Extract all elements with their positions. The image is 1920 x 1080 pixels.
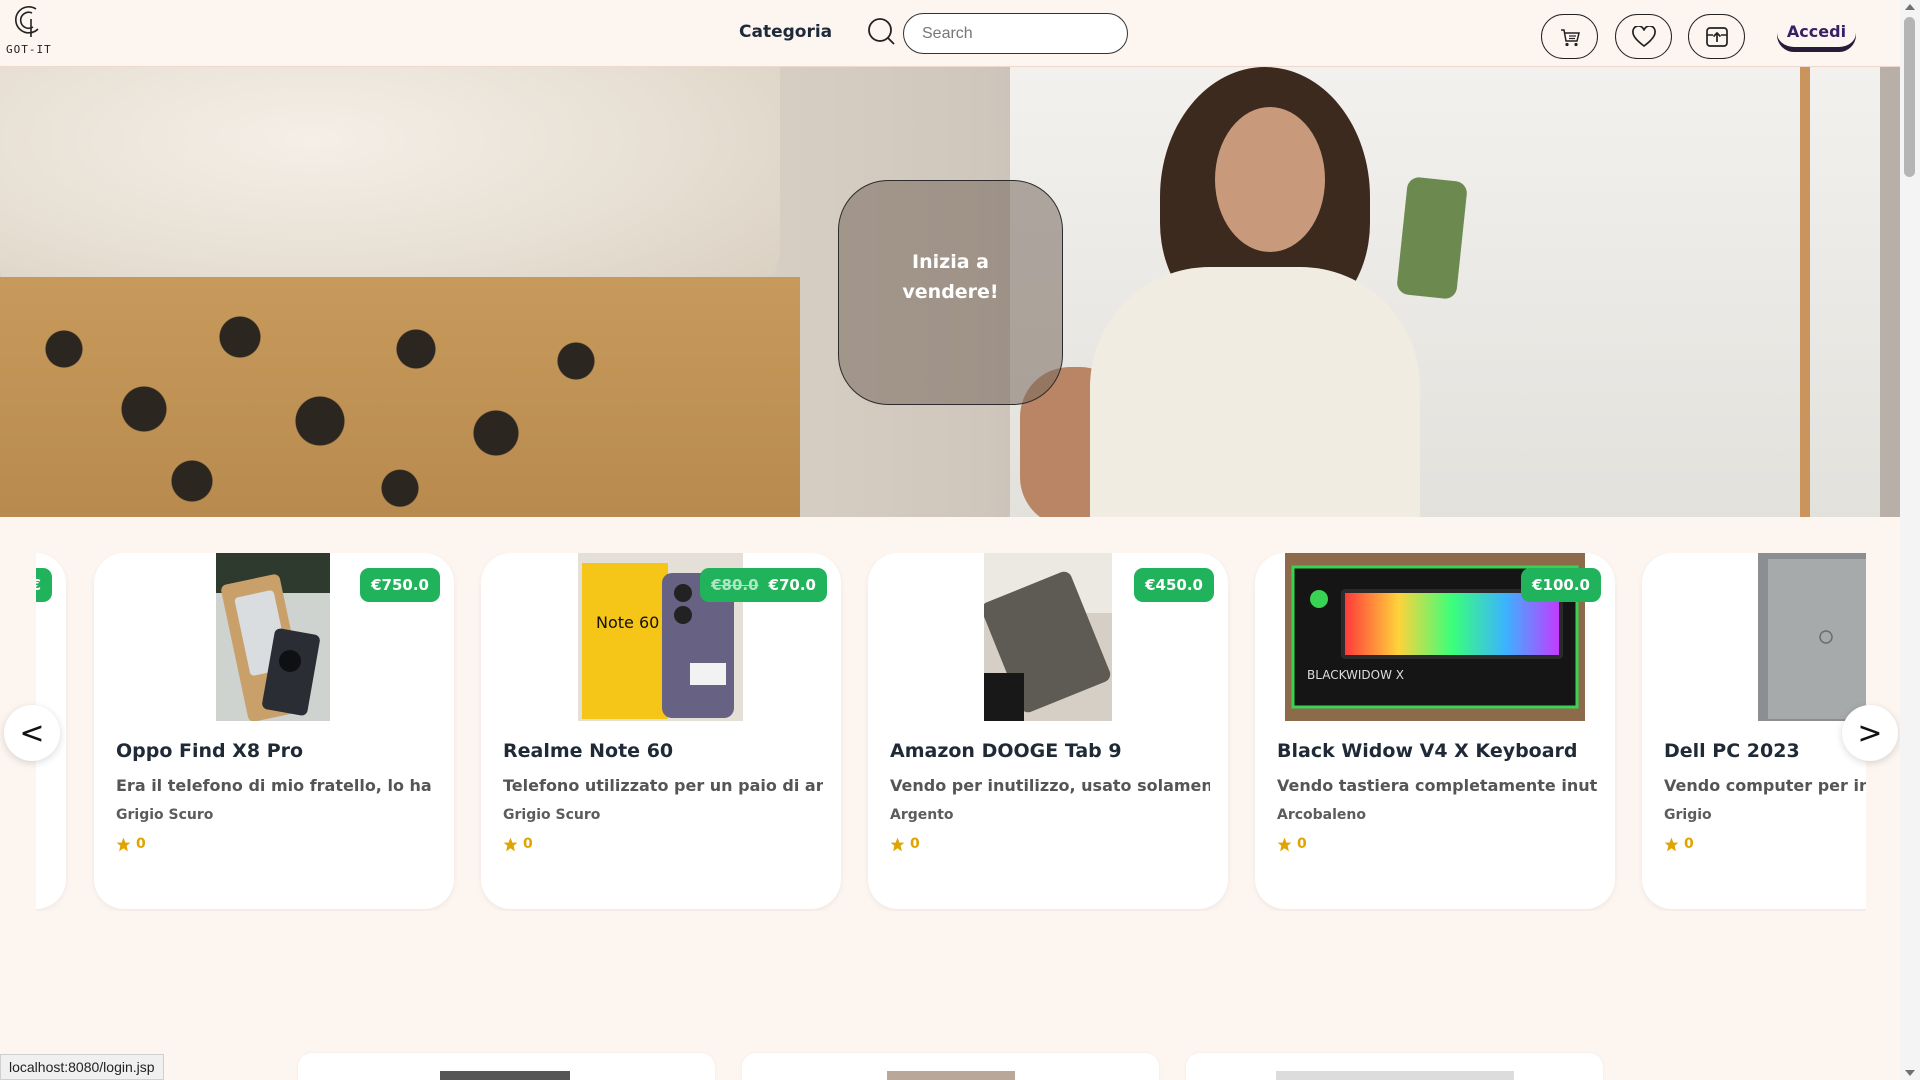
- product-title[interactable]: Oppo Find X8 Pro: [116, 740, 303, 762]
- product-description: Vendo tastiera completamente inutili...: [1277, 776, 1597, 795]
- product-rating-value: 0: [523, 836, 533, 852]
- price-current: €750.0: [371, 576, 429, 594]
- product-rating-value: 0: [910, 836, 920, 852]
- start-selling-line2: vendere!: [902, 280, 999, 303]
- star-icon: [503, 837, 518, 851]
- product-description: Era il telefono di mio fratello, lo ha t…: [116, 776, 436, 795]
- product-color: Argento: [890, 807, 954, 823]
- start-selling-line1: Inizia a: [912, 250, 989, 273]
- carousel-prev-button[interactable]: <: [4, 705, 60, 761]
- nav-categoria[interactable]: Categoria: [739, 22, 832, 42]
- product-rating: 0: [503, 836, 533, 852]
- top-header: GOT-IT Categoria Accedi: [0, 0, 1900, 67]
- price-badge: €: [36, 568, 52, 602]
- hero-photo-shirt: [0, 67, 780, 307]
- product-rating-value: 0: [136, 836, 146, 852]
- sell-button[interactable]: [1688, 14, 1745, 59]
- product-card-below[interactable]: [742, 1053, 1159, 1080]
- product-carousel: € . €750.0 Oppo Find X8 Pro Era il telef…: [36, 553, 1866, 911]
- logo-mark-icon: [15, 6, 39, 37]
- hero-photo-body: [1090, 267, 1420, 517]
- cart-button[interactable]: [1541, 14, 1598, 59]
- product-rating-value: 0: [1684, 836, 1694, 852]
- product-image: [984, 553, 1112, 721]
- hero-photo-leopard-pants: [0, 277, 800, 517]
- carousel-next-button[interactable]: >: [1842, 705, 1898, 761]
- scroll-down-arrow-icon[interactable]: [1905, 1070, 1915, 1076]
- price-current: €100.0: [1532, 576, 1590, 594]
- cart-icon: [1560, 28, 1580, 46]
- svg-text:BLACKWIDOW X: BLACKWIDOW X: [1307, 668, 1404, 682]
- star-icon: [1664, 837, 1679, 851]
- login-button[interactable]: Accedi: [1777, 16, 1856, 50]
- price-badge: €450.0: [1134, 568, 1214, 602]
- product-card-below[interactable]: [298, 1053, 715, 1080]
- price-current: €450.0: [1145, 576, 1203, 594]
- product-title[interactable]: Dell PC 2023: [1664, 740, 1800, 762]
- logo-text: GOT-IT: [6, 43, 52, 56]
- scroll-up-arrow-icon[interactable]: [1905, 4, 1915, 10]
- product-image: [1758, 553, 1866, 721]
- price-current: €: [36, 576, 41, 594]
- star-icon: [1277, 837, 1292, 851]
- hero-photo-face: [1215, 107, 1325, 252]
- product-description: .: [36, 776, 48, 795]
- product-title[interactable]: Black Widow V4 X Keyboard: [1277, 740, 1578, 762]
- product-image: [216, 553, 330, 721]
- product-description: Telefono utilizzato per un paio di an...: [503, 776, 823, 795]
- product-image: [1276, 1071, 1514, 1080]
- product-card[interactable]: €450.0 Amazon DOOGE Tab 9 Vendo per inut…: [868, 553, 1228, 909]
- product-card[interactable]: Note 60 €80.0 €70.0 Realme Note 60 Telef…: [481, 553, 841, 909]
- got-it-logo[interactable]: GOT-IT: [4, 3, 52, 59]
- start-selling-button[interactable]: Inizia a vendere!: [838, 180, 1063, 405]
- heart-icon: [1631, 25, 1656, 47]
- page-scrollbar[interactable]: [1900, 0, 1920, 1080]
- search-icon[interactable]: [866, 17, 896, 47]
- price-badge: €100.0: [1521, 568, 1601, 602]
- product-rating: 0: [1277, 836, 1307, 852]
- product-color: Grigio Scuro: [503, 807, 601, 823]
- product-title[interactable]: Amazon DOOGE Tab 9: [890, 740, 1122, 762]
- sell-upload-icon: [1705, 26, 1728, 47]
- product-description: Vendo computer per inut: [1664, 776, 1866, 795]
- product-image: [887, 1071, 1015, 1080]
- product-card-below[interactable]: [1186, 1053, 1603, 1080]
- product-description: Vendo per inutilizzo, usato solament...: [890, 776, 1210, 795]
- product-color: Grigio: [1664, 807, 1712, 823]
- scroll-thumb[interactable]: [1904, 17, 1915, 177]
- price-old: €80.0: [711, 576, 759, 594]
- search-input[interactable]: [903, 13, 1128, 54]
- product-card[interactable]: Dell PC 2023 Vendo computer per inut Gri…: [1642, 553, 1866, 909]
- product-image: [440, 1071, 570, 1080]
- price-current: €70.0: [768, 576, 816, 594]
- product-rating-value: 0: [1297, 836, 1307, 852]
- product-card[interactable]: €750.0 Oppo Find X8 Pro Era il telefono …: [94, 553, 454, 909]
- price-badge: €80.0 €70.0: [700, 568, 827, 602]
- favorites-button[interactable]: [1615, 14, 1672, 59]
- product-rating: 0: [1664, 836, 1694, 852]
- product-rating: 0: [116, 836, 146, 852]
- product-title[interactable]: Realme Note 60: [503, 740, 673, 762]
- star-icon: [116, 837, 131, 851]
- product-color: Arcobaleno: [1277, 807, 1367, 823]
- hero-photo-phone: [1395, 176, 1469, 300]
- hero-photo-mirror-frame: [1800, 67, 1810, 517]
- svg-text:Note 60: Note 60: [596, 613, 659, 632]
- product-card[interactable]: BLACKWIDOW X €100.0 Black Widow V4 X Key…: [1255, 553, 1615, 909]
- price-badge: €750.0: [360, 568, 440, 602]
- product-color: Grigio Scuro: [116, 807, 214, 823]
- product-rating: 0: [890, 836, 920, 852]
- star-icon: [890, 837, 905, 851]
- status-bar-url: localhost:8080/login.jsp: [0, 1054, 164, 1080]
